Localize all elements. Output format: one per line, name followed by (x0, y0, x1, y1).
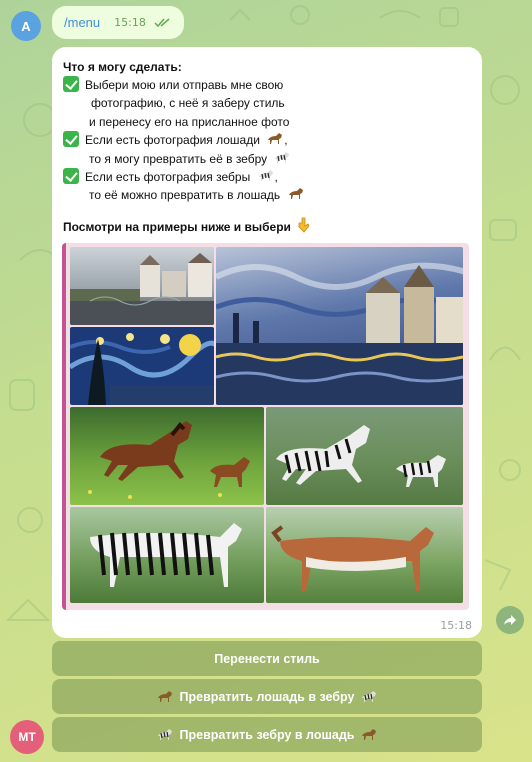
zebra-to-horse-result (266, 507, 463, 603)
horse-photo (70, 407, 264, 505)
message-line: то я могу превратить её в зебру (63, 150, 473, 168)
message-line: Если есть фотография зебры , (63, 168, 473, 186)
bot-message-text: Что я могу сделать: Выбери мою или отпра… (63, 58, 473, 205)
keyboard-button-label: Перенести стиль (214, 651, 320, 666)
message-heading: Что я могу сделать: (63, 60, 182, 74)
message-line: Выбери мою или отправь мне свою (63, 76, 473, 94)
user-avatar-letter: A (21, 18, 31, 34)
bot-avatar-initials: MT (18, 730, 36, 744)
bot-avatar[interactable]: MT (10, 720, 44, 754)
horse-emoji-icon (268, 133, 283, 145)
message-line: и перенесу его на присланное фото (89, 114, 290, 129)
zebra-emoji-icon (275, 151, 290, 163)
message-time: 15:18 (114, 16, 146, 29)
stylized-city-result (216, 247, 463, 405)
horse-emoji-icon (157, 690, 172, 702)
examples-collage-image[interactable] (62, 243, 469, 610)
city-photo-thumbnail (70, 247, 214, 325)
keyboard-button-zebra-to-horse[interactable]: Превратить зебру в лошадь (52, 717, 482, 752)
starry-night-thumbnail (70, 327, 214, 405)
check-mark-icon (63, 168, 79, 185)
keyboard-button-label: Превратить зебру в лошадь (179, 727, 355, 742)
examples-label: Посмотри на примеры ниже и выбери (63, 217, 311, 236)
message-line: Если есть фотография лошади , (63, 131, 473, 149)
keyboard-button-label: Превратить лошадь в зебру (179, 689, 355, 704)
share-button[interactable] (496, 606, 524, 634)
outgoing-message[interactable]: /menu 15:18 (52, 6, 184, 39)
message-line: фотографию, с неё я заберу стиль (91, 96, 285, 111)
zebra-emoji-icon (362, 690, 377, 702)
zebra-photo (70, 507, 264, 603)
horse-emoji-icon (362, 728, 377, 740)
check-mark-icon (63, 131, 79, 148)
zebra-emoji-icon (157, 728, 172, 740)
share-arrow-icon (504, 615, 516, 625)
command-link[interactable]: /menu (64, 15, 100, 30)
horse-emoji-icon (288, 188, 303, 200)
zebra-emoji-icon (258, 170, 273, 182)
keyboard-button-style-transfer[interactable]: Перенести стиль (52, 641, 482, 676)
keyboard-button-horse-to-zebra[interactable]: Превратить лошадь в зебру (52, 679, 482, 714)
user-avatar[interactable]: A (11, 11, 41, 41)
message-line: то её можно превратить в лошадь (63, 186, 473, 204)
bot-message-bubble: Что я могу сделать: Выбери мою или отпра… (52, 47, 482, 638)
check-mark-icon (63, 76, 79, 92)
pointing-down-icon (298, 217, 310, 233)
double-check-icon (154, 17, 170, 27)
horse-to-zebra-result (266, 407, 463, 505)
message-time: 15:18 (440, 619, 472, 632)
